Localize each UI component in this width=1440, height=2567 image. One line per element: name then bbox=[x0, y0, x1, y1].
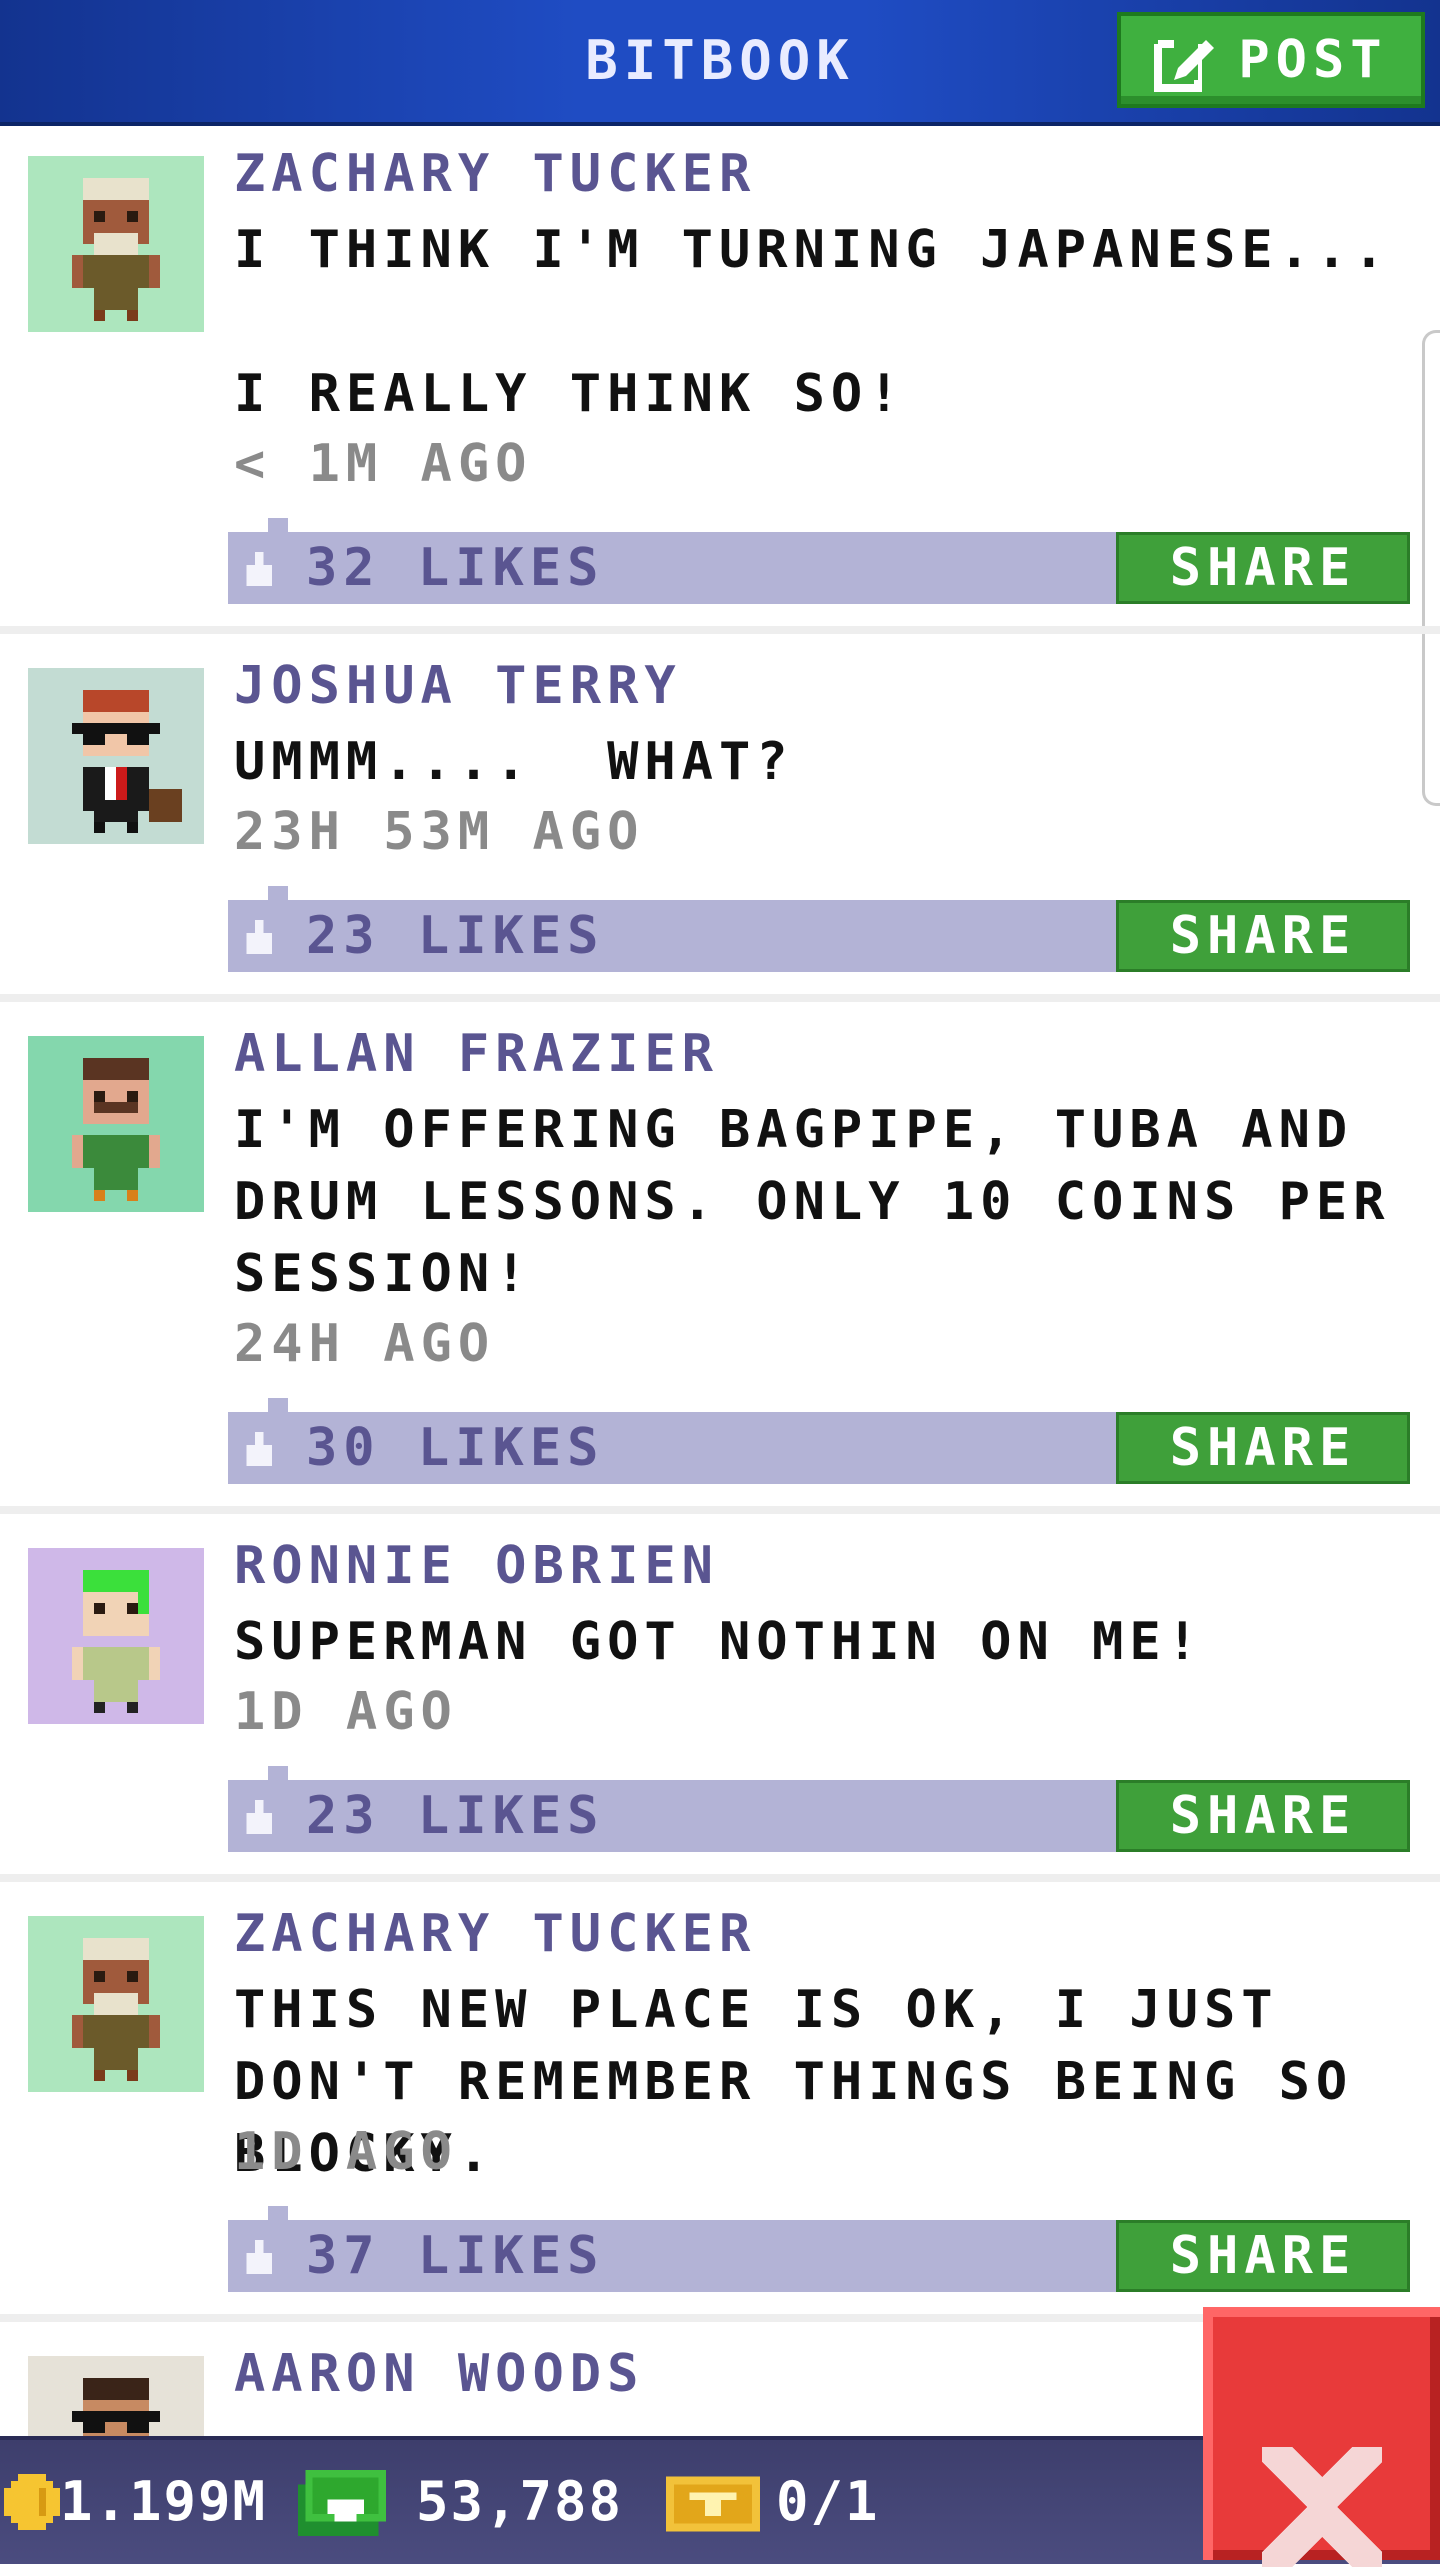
avatar[interactable] bbox=[28, 1916, 204, 2092]
scroll-indicator[interactable] bbox=[1422, 330, 1440, 806]
top-bar: BITBOOK POST bbox=[0, 0, 1440, 126]
post-author[interactable]: AARON WOODS bbox=[234, 2342, 644, 2406]
post-time: 23H 53M AGO bbox=[234, 802, 645, 862]
post-author[interactable]: JOSHUA TERRY bbox=[234, 654, 682, 718]
like-bar[interactable]: 23 LIKES SHARE bbox=[228, 1766, 1410, 1852]
divider bbox=[0, 1506, 1440, 1514]
share-button[interactable]: SHARE bbox=[1116, 1412, 1410, 1484]
compose-icon bbox=[1154, 28, 1219, 92]
post-message: SUPERMAN GOT NOTHIN ON ME! bbox=[234, 1612, 1204, 1672]
post-time: < 1M AGO bbox=[234, 434, 533, 494]
ticket-icon bbox=[666, 2476, 760, 2532]
avatar[interactable] bbox=[28, 668, 204, 844]
divider bbox=[0, 626, 1440, 634]
bux-count: 53,788 bbox=[416, 2470, 624, 2533]
avatar[interactable] bbox=[28, 1036, 204, 1212]
like-count: 23 LIKES bbox=[306, 906, 605, 966]
thumbs-up-icon bbox=[246, 552, 272, 586]
like-bar[interactable]: 32 LIKES SHARE bbox=[228, 518, 1410, 604]
tickets-count: 0/1 bbox=[776, 2470, 880, 2533]
post-author[interactable]: ZACHARY TUCKER bbox=[234, 1902, 756, 1966]
avatar[interactable] bbox=[28, 156, 204, 332]
post-button-label: POST bbox=[1238, 30, 1388, 90]
like-count: 23 LIKES bbox=[306, 1786, 605, 1846]
post-message: I'M OFFERING BAGPIPE, TUBA AND DRUM LESS… bbox=[234, 1100, 1428, 1304]
close-button[interactable] bbox=[1203, 2307, 1440, 2567]
bux-icon bbox=[298, 2470, 386, 2536]
post-author[interactable]: ZACHARY TUCKER bbox=[234, 142, 756, 206]
like-count: 37 LIKES bbox=[306, 2226, 605, 2286]
share-button[interactable]: SHARE bbox=[1116, 900, 1410, 972]
like-count: 30 LIKES bbox=[306, 1418, 605, 1478]
avatar[interactable] bbox=[28, 1548, 204, 1724]
divider bbox=[0, 994, 1440, 1002]
thumbs-up-icon bbox=[246, 1432, 272, 1466]
post-time: 1D AGO bbox=[234, 1682, 458, 1742]
divider bbox=[0, 1874, 1440, 1882]
like-count: 32 LIKES bbox=[306, 538, 605, 598]
post-time: 1D AGO bbox=[234, 2122, 458, 2182]
like-bar[interactable]: 23 LIKES SHARE bbox=[228, 886, 1410, 972]
like-bar[interactable]: 37 LIKES SHARE bbox=[228, 2206, 1410, 2292]
like-bar[interactable]: 30 LIKES SHARE bbox=[228, 1398, 1410, 1484]
post-button[interactable]: POST bbox=[1117, 12, 1425, 108]
post-author[interactable]: RONNIE OBRIEN bbox=[234, 1534, 719, 1598]
thumbs-up-icon bbox=[246, 2240, 272, 2274]
post-time: 24H AGO bbox=[234, 1314, 496, 1374]
post-message: I THINK I'M TURNING JAPANESE... I REALLY… bbox=[234, 220, 1391, 424]
share-button[interactable]: SHARE bbox=[1116, 1780, 1410, 1852]
close-icon bbox=[1262, 2447, 1382, 2567]
thumbs-up-icon bbox=[246, 1800, 272, 1834]
share-button[interactable]: SHARE bbox=[1116, 2220, 1410, 2292]
share-button[interactable]: SHARE bbox=[1116, 532, 1410, 604]
thumbs-up-icon bbox=[246, 920, 272, 954]
post-author[interactable]: ALLAN FRAZIER bbox=[234, 1022, 719, 1086]
post-message: UMMM.... WHAT? bbox=[234, 732, 794, 792]
coins-count: 1.199M bbox=[60, 2470, 268, 2533]
coin-icon bbox=[4, 2474, 60, 2530]
